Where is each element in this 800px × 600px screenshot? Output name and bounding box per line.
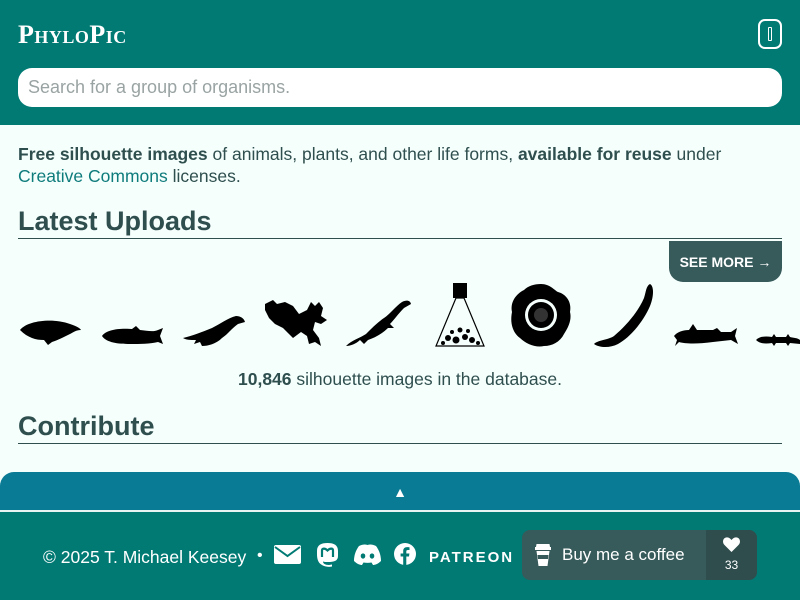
intro-text: Free silhouette images of animals, plant…: [18, 143, 782, 187]
coffee-main[interactable]: Buy me a coffee: [522, 530, 706, 580]
separator-dot: •: [257, 547, 263, 564]
buy-me-a-coffee-button[interactable]: Buy me a coffee 33: [522, 530, 757, 580]
header: PhyloPic: [0, 0, 800, 125]
search-input[interactable]: [18, 68, 782, 107]
discord-icon[interactable]: [353, 544, 382, 565]
chevron-up-icon: ▲: [393, 484, 407, 500]
coffee-label: Buy me a coffee: [562, 545, 685, 564]
contribute-heading: Contribute: [18, 411, 782, 444]
expand-drawer-button[interactable]: ▲: [0, 472, 800, 512]
intro-text-4: under: [671, 144, 722, 164]
lizard-silhouette[interactable]: [263, 298, 329, 348]
marine-reptile-silhouette[interactable]: [182, 314, 246, 348]
coffee-cup-icon: [535, 544, 551, 566]
intro-bold-1: Free silhouette images: [18, 144, 208, 164]
copyright-text: © 2025 T. Michael Keesey: [43, 547, 247, 567]
latest-uploads-heading: Latest Uploads: [18, 206, 782, 239]
see-more-button[interactable]: SEE MORE →: [669, 241, 782, 282]
patreon-link[interactable]: PATREON: [429, 549, 514, 566]
fish-silhouette[interactable]: [100, 324, 164, 348]
menu-icon: [768, 27, 772, 41]
coffee-likes-count: 33: [724, 558, 739, 572]
intro-text-5: licenses.: [167, 166, 241, 186]
menu-button[interactable]: [758, 19, 782, 49]
rafflesia-flower-silhouette[interactable]: [508, 282, 574, 348]
facebook-icon[interactable]: [394, 543, 416, 565]
mastodon-icon[interactable]: [316, 542, 339, 567]
image-count-value: 10,846: [238, 369, 292, 389]
footer: © 2025 T. Michael Keesey • PATREON Buy m…: [0, 510, 800, 600]
catfish-silhouette[interactable]: [673, 322, 739, 348]
intro-bold-2: available for reuse: [517, 144, 672, 164]
flask-icon[interactable]: [434, 282, 486, 348]
worm-silhouette[interactable]: [592, 282, 656, 348]
plesiosaur-silhouette[interactable]: [346, 298, 412, 348]
intro-text-2: of animals, plants, and other life forms…: [207, 144, 518, 164]
creative-commons-link[interactable]: Creative Commons: [18, 166, 168, 186]
image-count: 10,846 silhouette images in the database…: [0, 369, 800, 390]
email-icon[interactable]: [274, 545, 301, 564]
small-reptile-silhouette[interactable]: [756, 332, 800, 348]
latest-uploads-gallery: [0, 280, 800, 352]
heart-icon: [723, 537, 740, 552]
site-logo[interactable]: PhyloPic: [18, 20, 127, 50]
whale-silhouette[interactable]: [18, 316, 82, 346]
image-count-text: silhouette images in the database.: [291, 369, 562, 389]
coffee-likes[interactable]: 33: [706, 530, 757, 580]
